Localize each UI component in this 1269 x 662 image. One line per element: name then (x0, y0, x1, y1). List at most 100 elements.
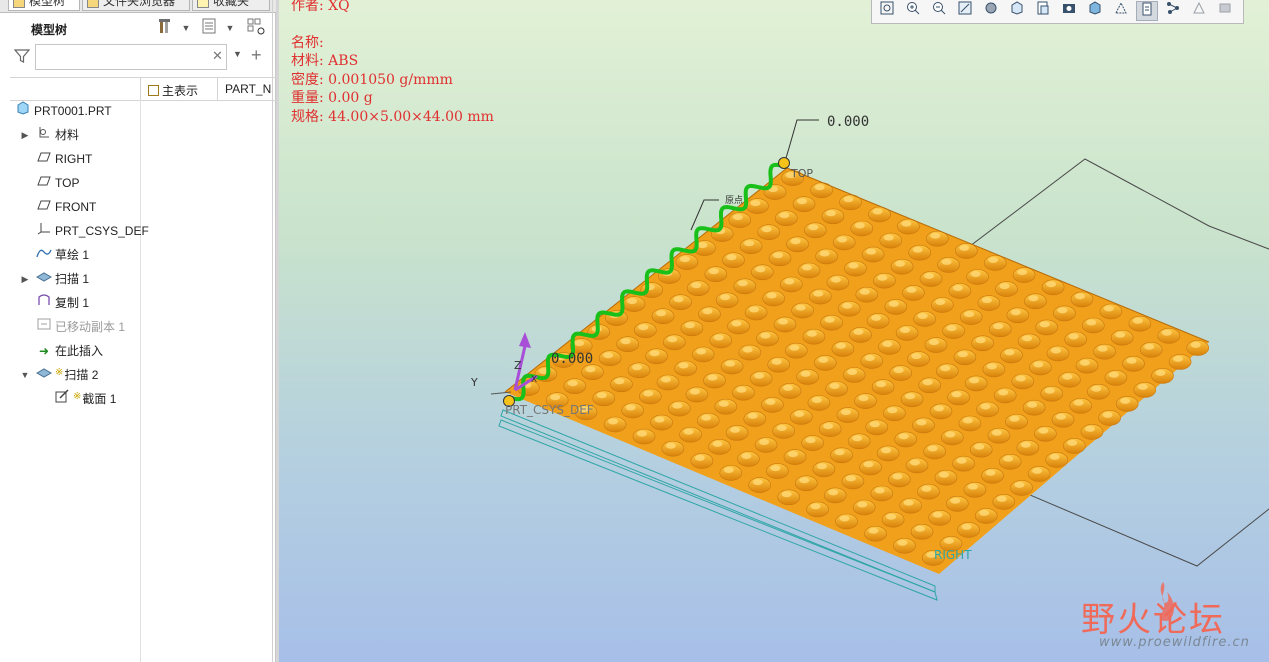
wave-bump-highlight (776, 425, 787, 431)
wave-bump-highlight (824, 316, 835, 323)
wave-bump-highlight (1062, 373, 1073, 380)
wave-bump-highlight (961, 523, 972, 530)
wave-bump-highlight (1056, 413, 1066, 420)
expand-icon[interactable]: ▶ (19, 124, 31, 146)
wave-bump-highlight (830, 276, 841, 283)
watermark-title: 野火论坛 (1081, 600, 1225, 640)
wave-bump-highlight (871, 314, 882, 321)
wave-bump-highlight (1014, 481, 1025, 488)
wave-bump-highlight (673, 296, 684, 303)
wave-bump-highlight (708, 268, 719, 275)
csys-display-icon[interactable] (1214, 1, 1236, 21)
wave-bump-highlight (1044, 387, 1055, 394)
wave-bump-highlight (946, 325, 957, 332)
wave-bump-highlight (725, 360, 736, 367)
graphics-toolbar (871, 0, 1244, 24)
wave-bump-highlight (905, 393, 916, 400)
wave-bump-highlight (1009, 415, 1020, 422)
spin-center-icon[interactable] (1162, 1, 1184, 21)
wave-bump-highlight (883, 234, 894, 241)
wave-bump-highlight (770, 465, 781, 472)
tree-filter-display-icon[interactable] (246, 18, 268, 38)
wave-bump-highlight (654, 416, 665, 423)
annotation-display-icon[interactable] (1136, 1, 1158, 21)
csys-z-arrow (519, 332, 531, 348)
add-filter-icon[interactable]: + (251, 45, 262, 66)
filter-dropdown-icon[interactable]: ▼ (233, 49, 242, 59)
wave-bump-highlight (691, 282, 702, 289)
show-dropdown-icon[interactable]: ▼ (224, 18, 236, 38)
section-view-icon[interactable] (1084, 1, 1106, 21)
wave-bump-highlight (550, 394, 561, 401)
wave-bump-highlight (1003, 455, 1014, 462)
wave-bump-highlight (1049, 453, 1060, 460)
part-icon (14, 100, 32, 122)
wave-bump-highlight (649, 350, 660, 357)
wave-bump-highlight (694, 454, 705, 461)
tab-folder-browser[interactable]: 文件夹浏览器 (82, 0, 190, 11)
zoom-in-icon[interactable] (902, 1, 924, 21)
model-tree-title: 模型树 (31, 23, 68, 37)
zoom-out-icon[interactable] (928, 1, 950, 21)
dimension-top[interactable]: 0.000 (827, 114, 869, 130)
wave-bump-highlight (839, 515, 850, 522)
wave-bump-highlight (794, 411, 805, 417)
wave-bump-highlight (895, 260, 906, 267)
wave-bump-highlight (567, 380, 578, 387)
wave-bump-highlight (1038, 427, 1049, 434)
wave-bump-highlight (574, 340, 585, 347)
clear-search-icon[interactable]: ✕ (212, 48, 223, 64)
wave-bump-highlight (749, 306, 760, 313)
column-main-representation[interactable]: 主表示 (148, 82, 198, 99)
perspective-icon[interactable] (1058, 1, 1080, 21)
wave-bump-highlight (945, 431, 956, 438)
tab-model-tree[interactable]: 模型树 (8, 0, 80, 11)
graphics-window[interactable]: 0.000 0.000 TOP RIGHT PRT_CSYS_DEF Y Z X… (279, 0, 1269, 662)
datum-display-icon[interactable] (1110, 1, 1132, 21)
repaint-icon[interactable] (954, 1, 976, 21)
wave-bump-highlight (701, 414, 712, 421)
wave-bump-highlight (1020, 441, 1031, 448)
column-divider[interactable] (140, 78, 141, 100)
trajectory-end-point[interactable] (778, 157, 790, 169)
wave-bump-highlight (970, 271, 981, 277)
wave-bump-highlight (643, 390, 654, 397)
tree-search-input[interactable] (35, 44, 227, 70)
zoom-fit-icon[interactable] (876, 1, 898, 21)
wave-bump-highlight (934, 405, 944, 412)
view-manager-icon[interactable] (1032, 1, 1054, 21)
expand-icon[interactable]: ▶ (19, 268, 31, 290)
tree-settings-icon[interactable] (156, 18, 174, 38)
wave-bump-highlight (857, 501, 868, 508)
wave-bump-highlight (842, 302, 853, 309)
show-options-icon[interactable] (200, 18, 218, 38)
wave-bump-highlight (672, 402, 683, 409)
wave-bump-highlight (1027, 401, 1038, 408)
wave-bump-highlight (900, 327, 911, 333)
tab-favorites[interactable]: 收藏夹 (192, 0, 270, 11)
insert-here-icon: ➜ (38, 344, 50, 358)
column-divider[interactable] (217, 78, 218, 100)
saved-views-icon[interactable] (1006, 1, 1028, 21)
axis-y-label: Y (470, 376, 478, 389)
tree-settings-dropdown-icon[interactable]: ▼ (180, 18, 192, 38)
dimension-left[interactable]: 0.000 (551, 351, 593, 367)
wave-bump-highlight (683, 428, 694, 435)
display-style-icon[interactable] (980, 1, 1002, 21)
model-tree-header: 模型树 ▼ ▼ (0, 13, 276, 43)
axis-display-icon[interactable] (1188, 1, 1210, 21)
wave-bump-highlight (843, 196, 854, 203)
collapse-icon[interactable]: ▼ (19, 364, 31, 386)
wave-bump-highlight (720, 294, 731, 301)
wave-bump-highlight (712, 440, 723, 447)
wave-bump-highlight (1004, 349, 1015, 356)
wave-bump-highlight (874, 487, 885, 494)
wave-bump-highlight (1108, 371, 1119, 378)
wave-bump-highlight (835, 342, 846, 349)
wave-bump-highlight (854, 222, 865, 229)
model-tree-panel: 模型树 文件夹浏览器 收藏夹 模型树 ▼ ▼ ✕ ▼ + 主表示 PART_N … (0, 0, 276, 662)
wave-bump-highlight (713, 334, 724, 341)
datum-plane-icon (35, 148, 53, 170)
column-part-name[interactable]: PART_N (225, 82, 273, 96)
wave-bump-highlight (1085, 425, 1095, 432)
